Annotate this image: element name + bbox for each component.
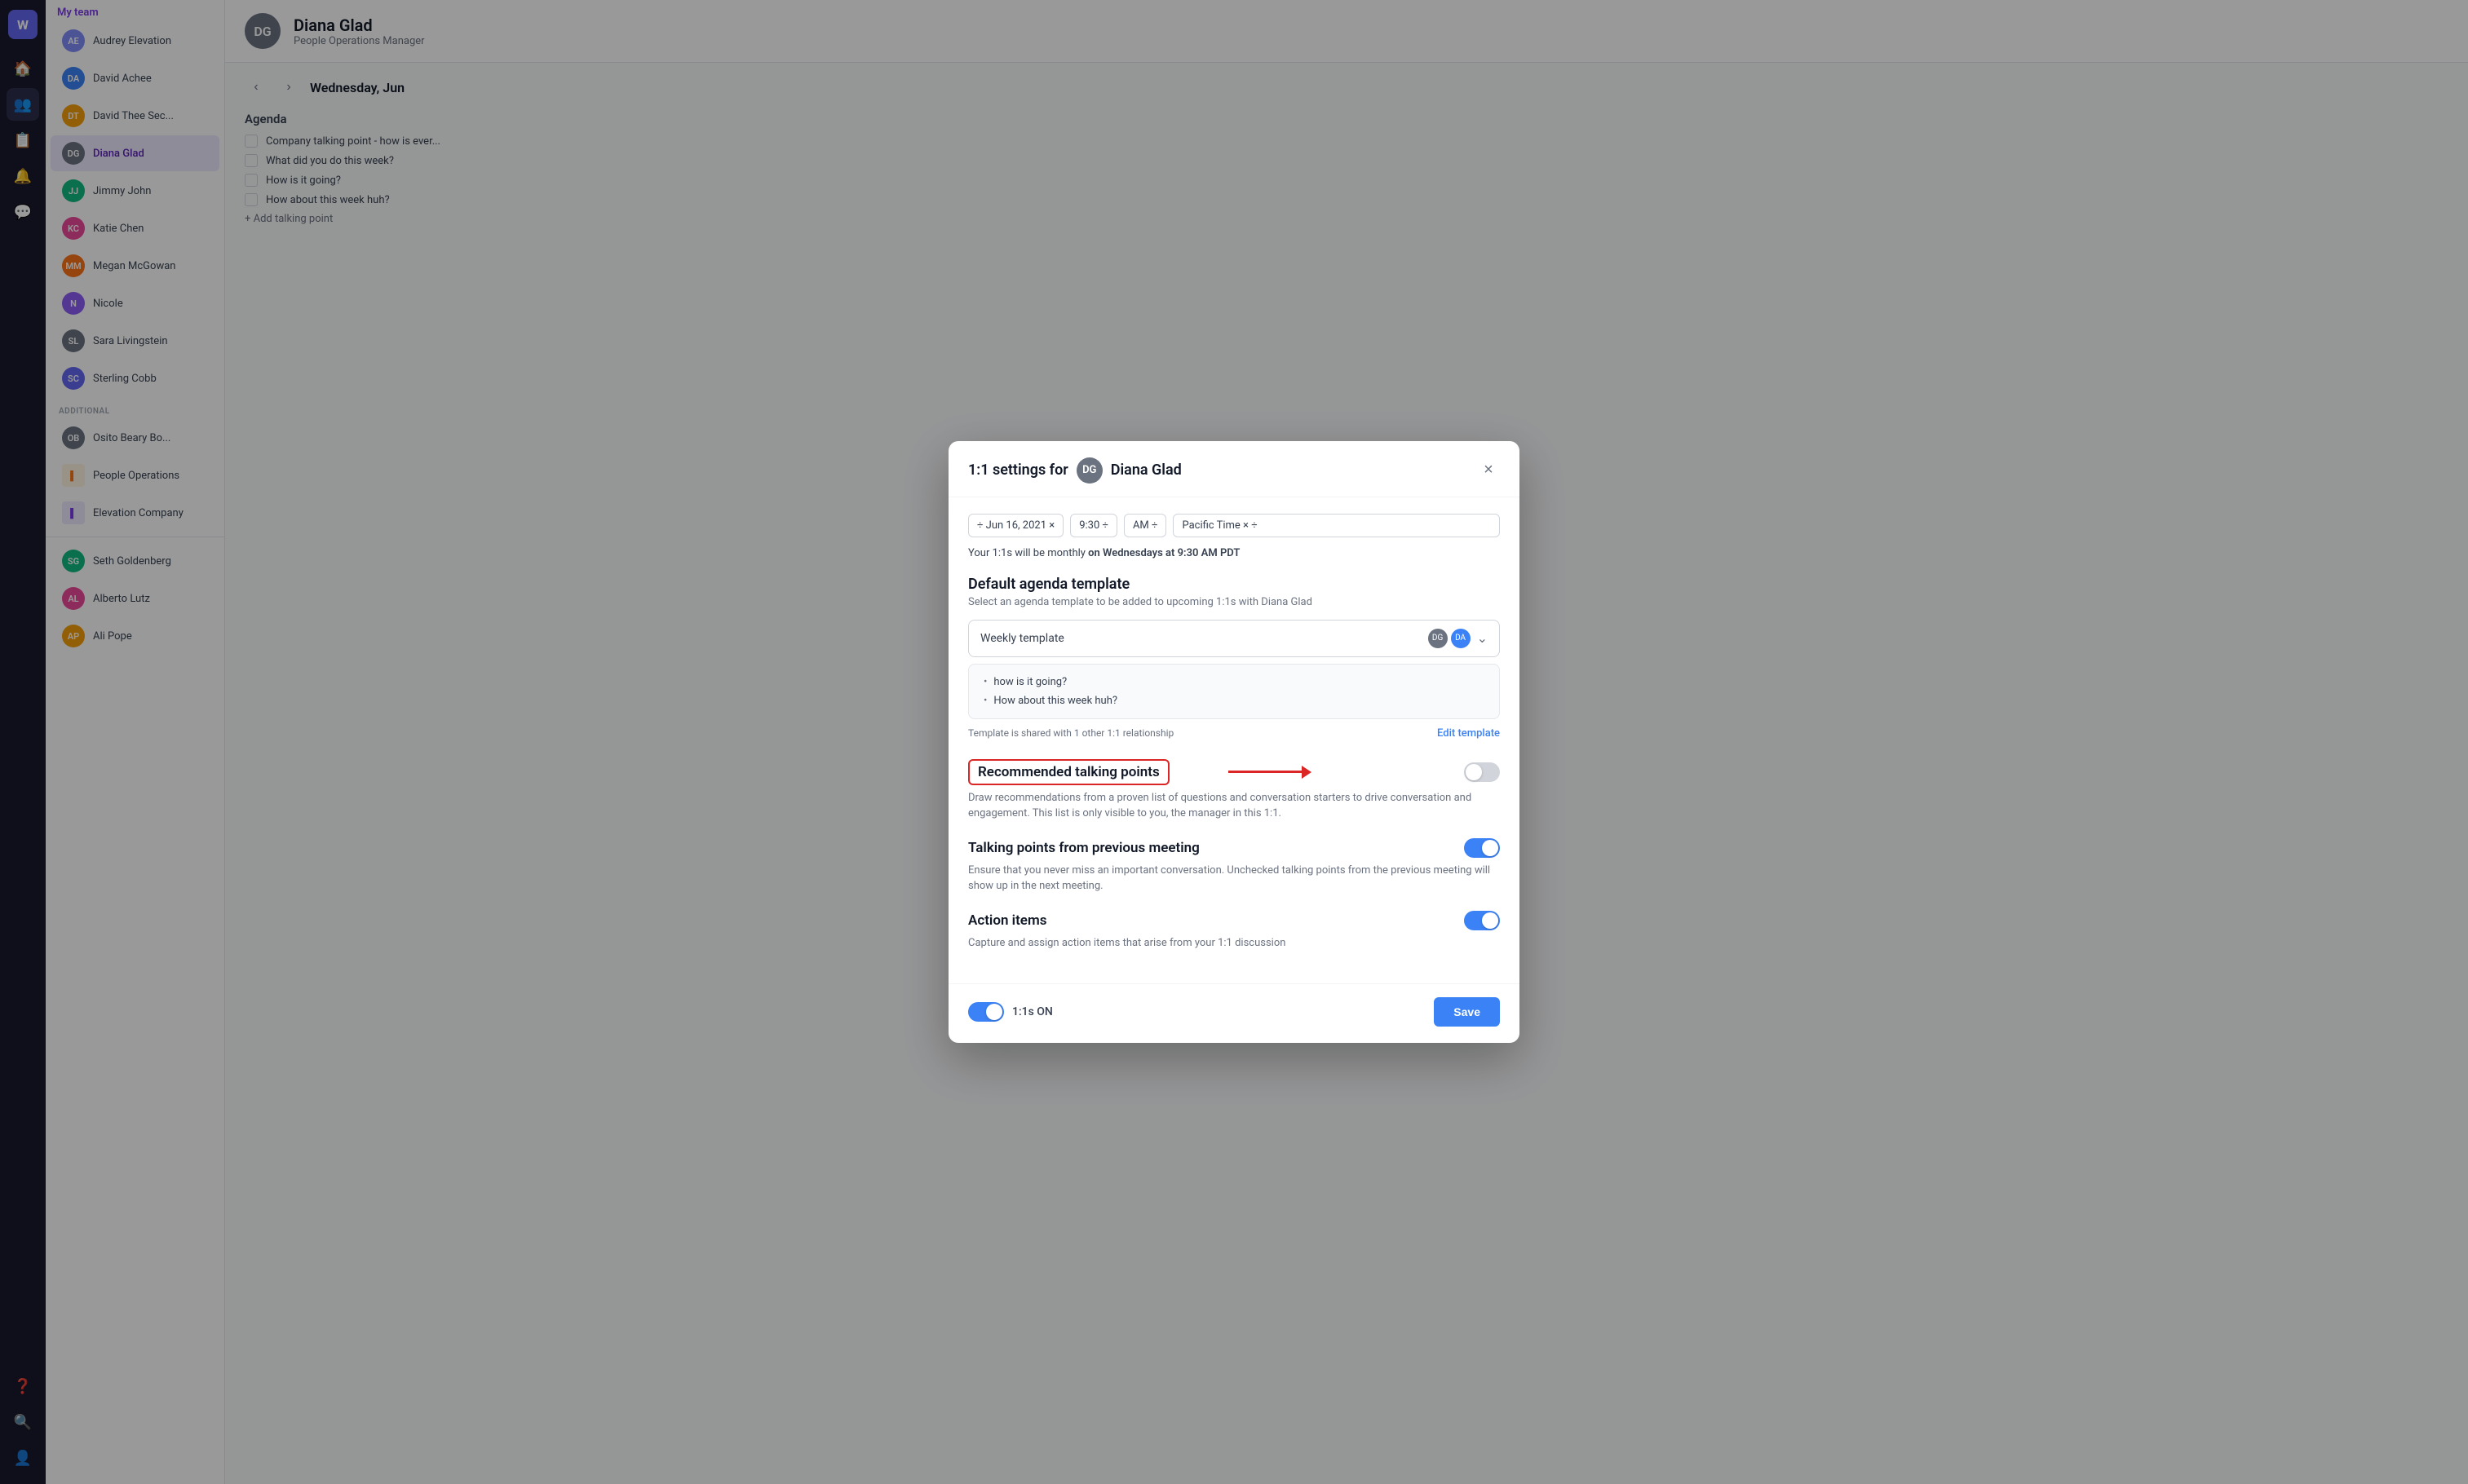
modal-overlay: 1:1 settings for DG Diana Glad × ÷ Jun 1… [0,0,2468,1484]
previous-toggle[interactable] [1464,838,1500,858]
action-items-header: Action items [968,911,1500,930]
template-preview: • how is it going? • How about this week… [968,664,1500,719]
schedule-row: ÷ Jun 16, 2021 × 9:30 ÷ AM ÷ Pacific Tim… [968,514,1500,537]
modal-header: 1:1 settings for DG Diana Glad × [949,441,1519,497]
action-items-toggle[interactable] [1464,911,1500,930]
template-avatar-2: DA [1451,629,1471,648]
previous-talking-points-row: Talking points from previous meeting Ens… [968,838,1500,894]
template-avatars: DG DA [1428,629,1471,648]
ones-on-row: 1:1s ON [968,1002,1053,1022]
settings-modal: 1:1 settings for DG Diana Glad × ÷ Jun 1… [949,441,1519,1044]
recommended-toggle[interactable] [1464,762,1500,782]
default-agenda-title: Default agenda template [968,576,1500,593]
template-item-text-2: How about this week huh? [993,695,1117,707]
template-controls: DG DA ⌄ [1428,629,1488,648]
template-select-row[interactable]: Weekly template DG DA ⌄ [968,620,1500,657]
modal-person-name: Diana Glad [1111,462,1182,479]
date-select[interactable]: ÷ Jun 16, 2021 × [968,514,1064,537]
close-icon: × [1484,461,1493,479]
previous-desc: Ensure that you never miss an important … [968,863,1500,894]
action-items-desc: Capture and assign action items that ari… [968,935,1500,952]
schedule-info-bold: on Wednesdays at 9:30 AM PDT [1088,547,1240,559]
save-button[interactable]: Save [1434,997,1500,1027]
modal-title-prefix: 1:1 settings for [968,462,1068,479]
template-item-2: • How about this week huh? [984,695,1484,707]
recommended-row-header: Recommended talking points [968,759,1500,785]
schedule-info: Your 1:1s will be monthly on Wednesdays … [968,547,1500,559]
template-shared-text: Template is shared with 1 other 1:1 rela… [968,727,1174,739]
modal-close-button[interactable]: × [1477,459,1500,482]
timezone-select[interactable]: Pacific Time × ÷ [1173,514,1500,537]
template-item-text-1: how is it going? [993,676,1067,688]
modal-footer: 1:1s ON Save [949,983,1519,1043]
arrow-head-icon [1302,766,1311,779]
recommended-desc: Draw recommendations from a proven list … [968,790,1500,822]
recommended-title-area: Recommended talking points [968,759,1311,785]
recommended-talking-points-row: Recommended talking points Draw recommen… [968,759,1500,822]
time-select[interactable]: 9:30 ÷ [1070,514,1117,537]
bullet-icon-1: • [984,676,987,688]
template-name: Weekly template [980,632,1064,645]
action-items-title: Action items [968,912,1046,929]
ones-on-toggle[interactable] [968,1002,1004,1022]
recommended-title: Recommended talking points [968,759,1170,785]
modal-person-avatar: DG [1077,457,1103,484]
bullet-icon-2: • [984,695,987,707]
arrow-line [1228,771,1302,773]
period-select[interactable]: AM ÷ [1124,514,1167,537]
action-items-row: Action items Capture and assign action i… [968,911,1500,952]
arrow-annotation [1228,766,1311,779]
edit-template-link[interactable]: Edit template [1437,727,1500,740]
previous-title: Talking points from previous meeting [968,840,1200,856]
previous-row-header: Talking points from previous meeting [968,838,1500,858]
default-agenda-desc: Select an agenda template to be added to… [968,596,1500,608]
modal-title: 1:1 settings for DG Diana Glad [968,457,1182,484]
template-footer: Template is shared with 1 other 1:1 rela… [968,727,1500,740]
ones-on-label: 1:1s ON [1012,1005,1053,1018]
modal-body: ÷ Jun 16, 2021 × 9:30 ÷ AM ÷ Pacific Tim… [949,497,1519,984]
template-chevron-icon: ⌄ [1477,630,1488,646]
template-avatar-1: DG [1428,629,1448,648]
template-item-1: • how is it going? [984,676,1484,688]
